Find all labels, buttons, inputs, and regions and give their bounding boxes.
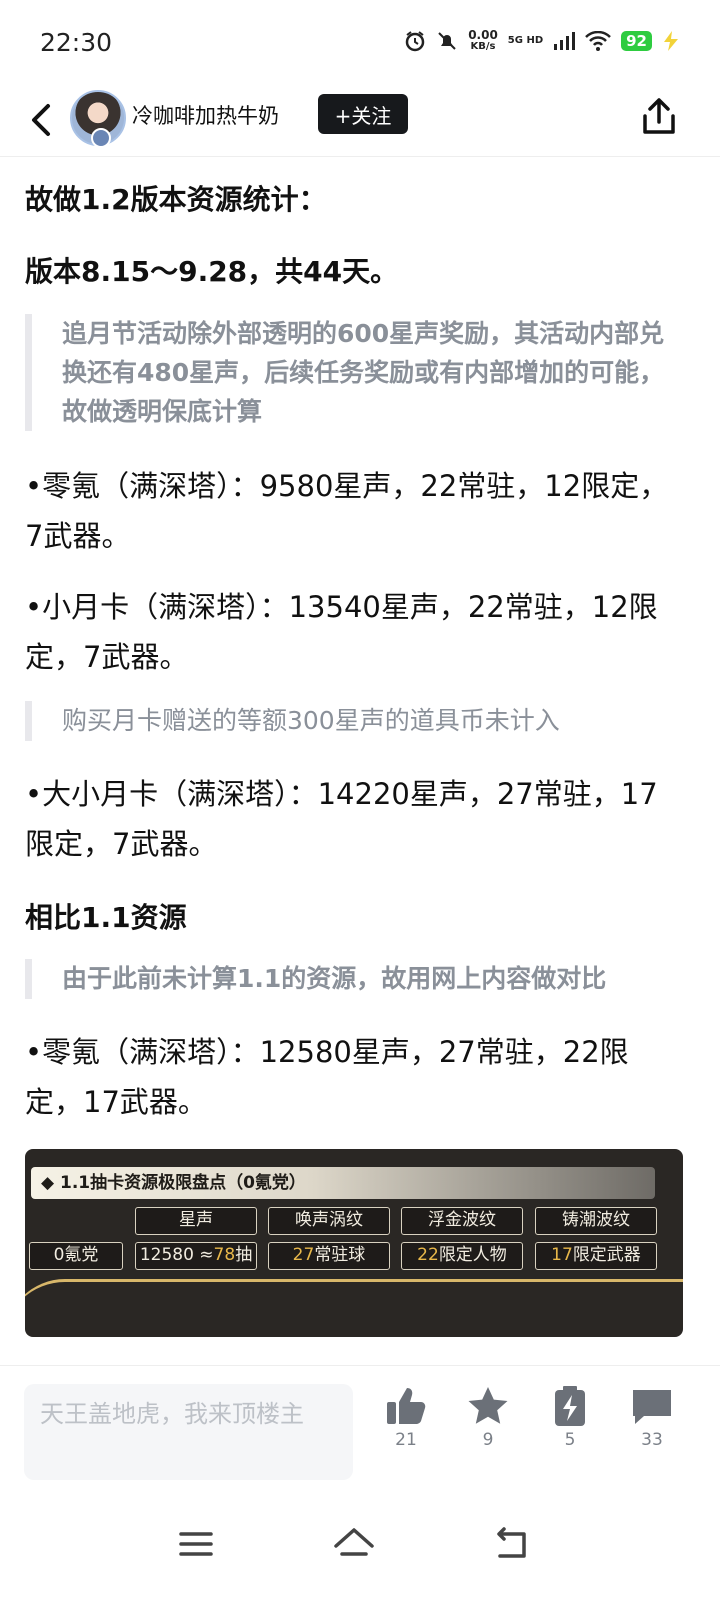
battery-indicator: 92 [621,31,652,51]
net-speed: 0.00 KB/s [468,28,498,52]
image-header: 浮金波纹 [401,1207,523,1235]
image-row-label: 0氪党 [29,1242,123,1270]
home-button[interactable] [332,1522,376,1566]
charge-button[interactable]: 5 [540,1384,600,1450]
wifi-icon [585,31,612,51]
comment-icon [633,1390,671,1424]
image-cell: 22限定人物 [401,1242,523,1270]
home-icon [334,1528,374,1556]
charging-icon [664,31,678,51]
note-quote: 追月节活动除外部透明的600星声奖励，其活动内部兑换还有480星声，后续任务奖励… [25,314,685,431]
version-period: 版本8.15～9.28，共44天。 [25,255,399,288]
bottom-action-bar: 天王盖地虎，我来顶楼主 21 9 5 33 [0,1365,720,1496]
image-header: 唤声涡纹 [268,1207,390,1235]
alarm-icon [405,31,425,52]
comment-count: 33 [641,1430,663,1450]
list-item-both-cards: •大小月卡（满深塔）：14220星声，27常驻，17限定，7武器。 [25,777,658,861]
like-count: 21 [395,1430,417,1450]
follow-button[interactable]: +关注 [318,94,408,134]
network-type: 5G HD [507,35,544,46]
image-header: 铸潮波纹 [535,1207,657,1235]
embedded-image[interactable]: ◆ 1.1抽卡资源极限盘点（0氪党） 星声 唤声涡纹 浮金波纹 铸潮波纹 0氪党… [25,1149,683,1337]
mute-icon [438,32,456,50]
favorite-count: 9 [482,1430,494,1450]
charge-count: 5 [564,1430,576,1450]
like-button[interactable]: 21 [376,1384,436,1450]
status-bar: 22:30 0.00 KB/s 5G HD 92 [0,0,720,90]
charge-icon [555,1386,585,1426]
back-button[interactable] [26,98,60,142]
avatar-badge [91,128,111,148]
menu-icon [179,1532,213,1556]
system-nav-bar [0,1500,720,1600]
image-cell: 12580 ≈78抽 [135,1242,257,1270]
author-name[interactable]: 冷咖啡加热牛奶 [132,100,279,130]
favorite-button[interactable]: 9 [458,1384,518,1450]
signal-icon [554,32,576,50]
like-icon [387,1388,426,1424]
note-quote: 购买月卡赠送的等额300星声的道具币未计入 [25,701,685,741]
return-icon [497,1527,526,1558]
image-cell: 27常驻球 [268,1242,390,1270]
back-nav-button[interactable] [490,1522,534,1566]
star-icon [468,1387,508,1424]
decorative-gold-line [25,1279,683,1337]
share-button[interactable] [640,96,678,136]
list-item-small-card: •小月卡（满深塔）：13540星声，22常驻，12限定，7武器。 [25,590,658,674]
status-time: 22:30 [40,28,113,57]
back-icon [32,104,50,136]
post-title: 故做1.2版本资源统计： [25,183,327,216]
menu-button[interactable] [174,1522,218,1566]
image-header: 星声 [135,1207,257,1235]
note-quote: 由于此前未计算1.1的资源，故用网上内容做对比 [25,959,685,999]
list-item-compare: •零氪（满深塔）：12580星声，27常驻，22限定，17武器。 [25,1035,629,1119]
comment-button[interactable]: 33 [622,1384,682,1450]
section-heading: 相比1.1资源 [25,901,187,934]
image-cell: 17限定武器 [535,1242,657,1270]
post-header: 冷咖啡加热牛奶 +关注 [0,90,720,157]
image-banner: ◆ 1.1抽卡资源极限盘点（0氪党） [31,1167,655,1199]
comment-input[interactable]: 天王盖地虎，我来顶楼主 [24,1384,353,1480]
status-icons: 0.00 KB/s 5G HD 92 [404,28,680,52]
list-item-zero-spend: •零氪（满深塔）：9580星声，22常驻，12限定，7武器。 [25,469,669,553]
share-icon [643,98,675,134]
